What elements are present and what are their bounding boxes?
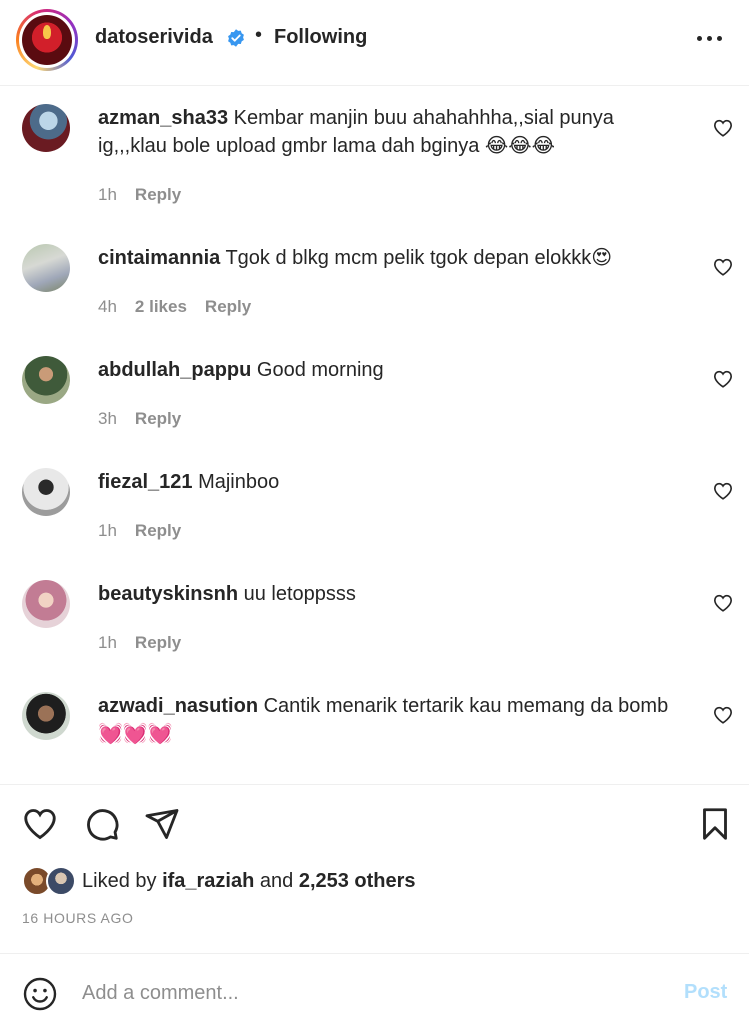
- heart-icon[interactable]: [22, 806, 58, 842]
- comments-list[interactable]: azman_sha33 Kembar manjin buu ahahahhha,…: [0, 86, 749, 784]
- like-comment-heart-icon[interactable]: [713, 706, 733, 724]
- commenter-avatar[interactable]: [22, 468, 70, 516]
- likes-prefix: Liked by: [82, 870, 157, 892]
- liker-username[interactable]: ifa_raziah: [162, 870, 254, 892]
- comment-meta: 4h 2 likes Reply: [98, 297, 269, 317]
- like-comment-heart-icon[interactable]: [713, 482, 733, 500]
- reply-button[interactable]: Reply: [205, 297, 251, 316]
- comment-meta: 3h Reply: [98, 409, 199, 429]
- share-icon[interactable]: [144, 806, 180, 842]
- comment-time: 1h: [98, 521, 117, 540]
- reply-button[interactable]: Reply: [135, 185, 181, 204]
- like-comment-heart-icon[interactable]: [713, 258, 733, 276]
- comment-time: 4h: [98, 297, 117, 316]
- post-button[interactable]: Post: [684, 981, 727, 1004]
- likes-others-count[interactable]: 2,253 others: [299, 870, 416, 892]
- comment-body: azman_sha33 Kembar manjin buu ahahahhha,…: [98, 104, 688, 160]
- comment-body: fiezal_121 Majinboo: [98, 468, 688, 496]
- like-comment-heart-icon[interactable]: [713, 119, 733, 137]
- reply-button[interactable]: Reply: [135, 633, 181, 652]
- commenter-avatar[interactable]: [22, 244, 70, 292]
- comment-text: Majinboo: [198, 471, 280, 493]
- commenter-avatar[interactable]: [22, 692, 70, 740]
- section-divider: [0, 784, 749, 785]
- commenter-username[interactable]: azwadi_nasution: [98, 695, 258, 717]
- header-separator: •: [255, 24, 263, 46]
- following-button[interactable]: Following: [274, 26, 367, 49]
- likes-text: Liked by ifa_raziah and 2,253 others: [82, 870, 416, 893]
- like-comment-heart-icon[interactable]: [713, 594, 733, 612]
- comment-likes[interactable]: 2 likes: [135, 297, 187, 316]
- comment-body: azwadi_nasution Cantik menarik tertarik …: [98, 692, 688, 748]
- comment-icon[interactable]: [84, 806, 120, 842]
- comment-time: 1h: [98, 633, 117, 652]
- comment-body: cintaimannia Tgok d blkg mcm pelik tgok …: [98, 244, 688, 272]
- post-timestamp[interactable]: 16 HOURS AGO: [22, 910, 133, 926]
- reply-button[interactable]: Reply: [135, 521, 181, 540]
- commenter-avatar[interactable]: [22, 580, 70, 628]
- verified-badge-icon: [228, 29, 244, 47]
- comment-meta: 1h Reply: [98, 521, 199, 541]
- comment-text: Good morning: [256, 359, 384, 381]
- author-avatar[interactable]: [16, 9, 78, 71]
- comment-body: beautyskinsnh uu letoppsss: [98, 580, 688, 608]
- post-header: datoserivida • Following: [0, 0, 749, 86]
- comment-input[interactable]: [82, 978, 642, 1008]
- commenter-username[interactable]: abdullah_pappu: [98, 359, 251, 381]
- commenter-username[interactable]: cintaimannia: [98, 247, 220, 269]
- reply-button[interactable]: Reply: [135, 409, 181, 428]
- author-username[interactable]: datoserivida: [95, 26, 213, 49]
- post-actions-bar: [0, 800, 749, 850]
- bookmark-icon[interactable]: [697, 806, 733, 842]
- add-comment-bar: Post: [0, 953, 749, 1024]
- comment-text: Tgok d blkg mcm pelik tgok depan elokkk😍: [225, 247, 613, 269]
- emoji-icon[interactable]: [22, 976, 58, 1012]
- commenter-avatar[interactable]: [22, 356, 70, 404]
- comment-text: uu letoppsss: [243, 583, 356, 605]
- comment-time: 3h: [98, 409, 117, 428]
- likes-summary: Liked by ifa_raziah and 2,253 others: [22, 866, 722, 898]
- commenter-username[interactable]: azman_sha33: [98, 107, 228, 129]
- liker-avatar[interactable]: [46, 866, 76, 896]
- commenter-avatar[interactable]: [22, 104, 70, 152]
- commenter-username[interactable]: fiezal_121: [98, 471, 193, 493]
- comment-meta: 1h Reply: [98, 185, 199, 205]
- like-comment-heart-icon[interactable]: [713, 370, 733, 388]
- comment-body: abdullah_pappu Good morning: [98, 356, 688, 384]
- more-options-icon[interactable]: [697, 36, 727, 44]
- commenter-username[interactable]: beautyskinsnh: [98, 583, 238, 605]
- comment-meta: 1h Reply: [98, 633, 199, 653]
- comment-time: 1h: [98, 185, 117, 204]
- likes-connector: and: [259, 870, 294, 892]
